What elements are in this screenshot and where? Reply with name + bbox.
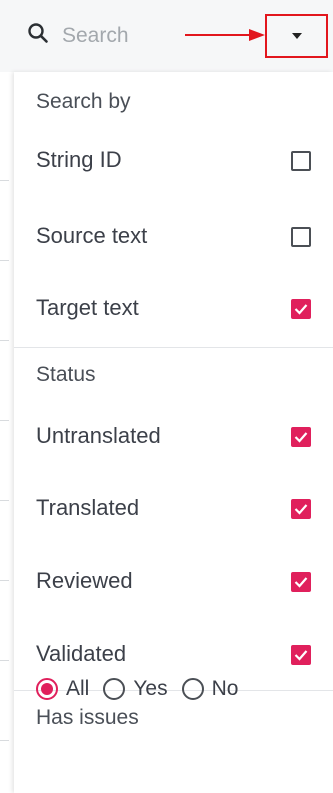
radio-all[interactable]: All — [36, 677, 89, 701]
filter-dropdown-panel: Search by String ID Source text Target t… — [14, 72, 333, 793]
checkbox-checked-icon[interactable] — [291, 299, 311, 319]
option-reviewed[interactable]: Reviewed — [14, 546, 333, 616]
checkbox-unchecked-icon[interactable] — [291, 151, 311, 171]
option-target-text[interactable]: Target text — [14, 273, 333, 343]
checkbox-checked-icon[interactable] — [291, 572, 311, 592]
option-source-text[interactable]: Source text — [14, 201, 333, 271]
option-label: Untranslated — [36, 423, 161, 448]
radio-unselected-icon[interactable] — [103, 678, 126, 700]
arrow-annotation-icon — [185, 29, 265, 41]
checkbox-checked-icon[interactable] — [291, 427, 311, 447]
has-issues-heading: Has issues — [36, 706, 139, 729]
option-label: String ID — [36, 147, 122, 172]
radio-yes[interactable]: Yes — [103, 677, 168, 701]
option-label: Target text — [36, 295, 139, 320]
radio-unselected-icon[interactable] — [181, 678, 204, 700]
checkbox-unchecked-icon[interactable] — [291, 227, 311, 247]
divider — [14, 347, 333, 348]
radio-label: All — [66, 677, 90, 700]
filter-dropdown-button[interactable] — [265, 14, 328, 58]
search-filter-screen: Search by String ID Source text Target t… — [0, 0, 333, 793]
option-translated[interactable]: Translated — [14, 473, 333, 543]
option-label: Validated — [36, 641, 127, 666]
search-by-heading: Search by — [36, 90, 131, 113]
search-icon — [28, 23, 48, 43]
checkbox-checked-icon[interactable] — [291, 645, 311, 665]
option-label: Reviewed — [36, 568, 133, 593]
radio-no[interactable]: No — [181, 677, 239, 701]
checkbox-checked-icon[interactable] — [291, 499, 311, 519]
search-bar — [0, 0, 333, 72]
radio-label: Yes — [133, 677, 168, 700]
option-label: Translated — [36, 495, 140, 520]
option-label: Source text — [36, 223, 148, 248]
option-string-id[interactable]: String ID — [14, 125, 333, 195]
caret-down-icon — [291, 33, 302, 39]
radio-label: No — [211, 677, 239, 700]
radio-selected-icon[interactable] — [36, 678, 58, 700]
has-issues-radio-group: All Yes No — [36, 671, 252, 707]
background-edge — [0, 72, 14, 793]
option-untranslated[interactable]: Untranslated — [14, 401, 333, 471]
search-input[interactable] — [62, 22, 172, 50]
status-heading: Status — [36, 363, 96, 386]
